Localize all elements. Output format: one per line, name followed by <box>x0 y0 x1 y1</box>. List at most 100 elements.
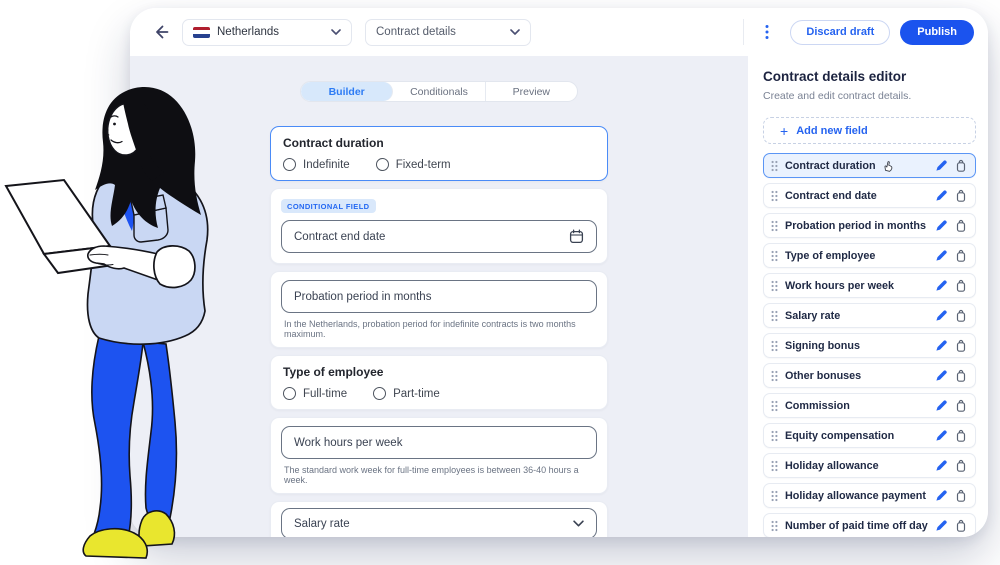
salary-rate-select[interactable]: Salary rate <box>281 508 597 537</box>
tab-preview[interactable]: Preview <box>486 82 577 101</box>
radio-full-time[interactable]: Full-time <box>283 387 347 400</box>
card-work-hours[interactable]: Work hours per week The standard work we… <box>270 417 608 494</box>
delete-trash-icon[interactable] <box>955 219 967 232</box>
field-row[interactable]: Other bonuses <box>763 363 976 388</box>
field-row-label: Salary rate <box>785 310 928 322</box>
edit-pencil-icon[interactable] <box>935 249 948 262</box>
field-row[interactable]: Holiday allowance payment fre... <box>763 483 976 508</box>
drag-handle-icon[interactable] <box>771 190 778 202</box>
probation-input[interactable]: Probation period in months <box>281 280 597 313</box>
tab-conditionals[interactable]: Conditionals <box>393 82 485 101</box>
contract-end-date-input[interactable]: Contract end date <box>281 220 597 253</box>
input-value: Contract end date <box>294 231 385 243</box>
country-select[interactable]: Netherlands <box>182 19 352 46</box>
country-select-value: Netherlands <box>217 26 279 38</box>
form-cards: Contract duration Indefinite Fixed-term <box>270 126 608 537</box>
drag-handle-icon[interactable] <box>771 460 778 472</box>
publish-button[interactable]: Publish <box>900 20 974 45</box>
edit-pencil-icon[interactable] <box>935 429 948 442</box>
drag-handle-icon[interactable] <box>771 400 778 412</box>
delete-trash-icon[interactable] <box>955 399 967 412</box>
field-row[interactable]: Type of employee <box>763 243 976 268</box>
delete-trash-icon[interactable] <box>955 489 967 502</box>
sidebar-subtitle: Create and edit contract details. <box>763 90 976 102</box>
field-row[interactable]: Probation period in months <box>763 213 976 238</box>
page: Netherlands Contract details Discard dra… <box>0 0 1000 565</box>
edit-pencil-icon[interactable] <box>935 159 948 172</box>
template-select[interactable]: Contract details <box>365 19 531 46</box>
more-options-button[interactable] <box>756 19 778 45</box>
hand-cursor-icon <box>882 159 895 178</box>
field-row-label: Contract end date <box>785 190 928 202</box>
radio-circle-icon <box>373 387 386 400</box>
card-contract-end-date[interactable]: CONDITIONAL FIELD Contract end date <box>270 188 608 264</box>
drag-handle-icon[interactable] <box>771 430 778 442</box>
drag-handle-icon[interactable] <box>771 340 778 352</box>
field-row[interactable]: Number of paid time off days <box>763 513 976 537</box>
delete-trash-icon[interactable] <box>955 189 967 202</box>
edit-pencil-icon[interactable] <box>935 189 948 202</box>
delete-trash-icon[interactable] <box>955 429 967 442</box>
field-row-label: Work hours per week <box>785 280 928 292</box>
card-salary-rate[interactable]: Salary rate <box>270 501 608 537</box>
edit-pencil-icon[interactable] <box>935 459 948 472</box>
delete-trash-icon[interactable] <box>955 159 967 172</box>
drag-handle-icon[interactable] <box>771 310 778 322</box>
kebab-menu-icon <box>765 24 769 40</box>
field-row[interactable]: Signing bonus <box>763 333 976 358</box>
delete-trash-icon[interactable] <box>955 309 967 322</box>
field-row-label: Other bonuses <box>785 370 928 382</box>
drag-handle-icon[interactable] <box>771 490 778 502</box>
card-contract-duration[interactable]: Contract duration Indefinite Fixed-term <box>270 126 608 181</box>
work-hours-input[interactable]: Work hours per week <box>281 426 597 459</box>
select-value: Salary rate <box>294 518 350 530</box>
radio-indefinite[interactable]: Indefinite <box>283 158 350 171</box>
delete-trash-icon[interactable] <box>955 519 967 532</box>
delete-trash-icon[interactable] <box>955 459 967 472</box>
field-row[interactable]: Salary rate <box>763 303 976 328</box>
discard-draft-button[interactable]: Discard draft <box>790 20 890 45</box>
field-row[interactable]: Contract end date <box>763 183 976 208</box>
edit-pencil-icon[interactable] <box>935 339 948 352</box>
drag-handle-icon[interactable] <box>771 280 778 292</box>
content-area: Builder Conditionals Preview Contract du… <box>130 56 988 537</box>
delete-trash-icon[interactable] <box>955 279 967 292</box>
edit-pencil-icon[interactable] <box>935 519 948 532</box>
field-row[interactable]: Holiday allowance <box>763 453 976 478</box>
card-title: Type of employee <box>283 365 595 379</box>
field-row-label: Holiday allowance payment fre... <box>785 490 928 502</box>
edit-pencil-icon[interactable] <box>935 399 948 412</box>
drag-handle-icon[interactable] <box>771 160 778 172</box>
add-new-field-button[interactable]: + Add new field <box>763 117 976 144</box>
field-row-label: Contract duration <box>785 160 928 172</box>
field-list: Contract duration Contract end date Probat… <box>763 153 976 537</box>
edit-pencil-icon[interactable] <box>935 489 948 502</box>
card-employee-type[interactable]: Type of employee Full-time Part-time <box>270 355 608 410</box>
drag-handle-icon[interactable] <box>771 250 778 262</box>
radio-fixed-term[interactable]: Fixed-term <box>376 158 451 171</box>
edit-pencil-icon[interactable] <box>935 369 948 382</box>
field-row[interactable]: Contract duration <box>763 153 976 178</box>
drag-handle-icon[interactable] <box>771 370 778 382</box>
field-row-label: Signing bonus <box>785 340 928 352</box>
input-value: Work hours per week <box>294 437 402 449</box>
delete-trash-icon[interactable] <box>955 249 967 262</box>
drag-handle-icon[interactable] <box>771 220 778 232</box>
card-probation[interactable]: Probation period in months In the Nether… <box>270 271 608 348</box>
arrow-left-icon <box>152 23 170 41</box>
delete-trash-icon[interactable] <box>955 339 967 352</box>
edit-pencil-icon[interactable] <box>935 309 948 322</box>
edit-pencil-icon[interactable] <box>935 279 948 292</box>
tab-builder[interactable]: Builder <box>301 82 393 101</box>
delete-trash-icon[interactable] <box>955 369 967 382</box>
contract-editor-sidebar: Contract details editor Create and edit … <box>748 56 988 537</box>
field-row[interactable]: Commission <box>763 393 976 418</box>
edit-pencil-icon[interactable] <box>935 219 948 232</box>
drag-handle-icon[interactable] <box>771 520 778 532</box>
field-row[interactable]: Work hours per week <box>763 273 976 298</box>
field-row-label: Number of paid time off days <box>785 520 928 532</box>
radio-part-time[interactable]: Part-time <box>373 387 440 400</box>
field-row[interactable]: Equity compensation <box>763 423 976 448</box>
back-button[interactable] <box>148 19 174 45</box>
helper-text: The standard work week for full-time emp… <box>281 465 597 485</box>
